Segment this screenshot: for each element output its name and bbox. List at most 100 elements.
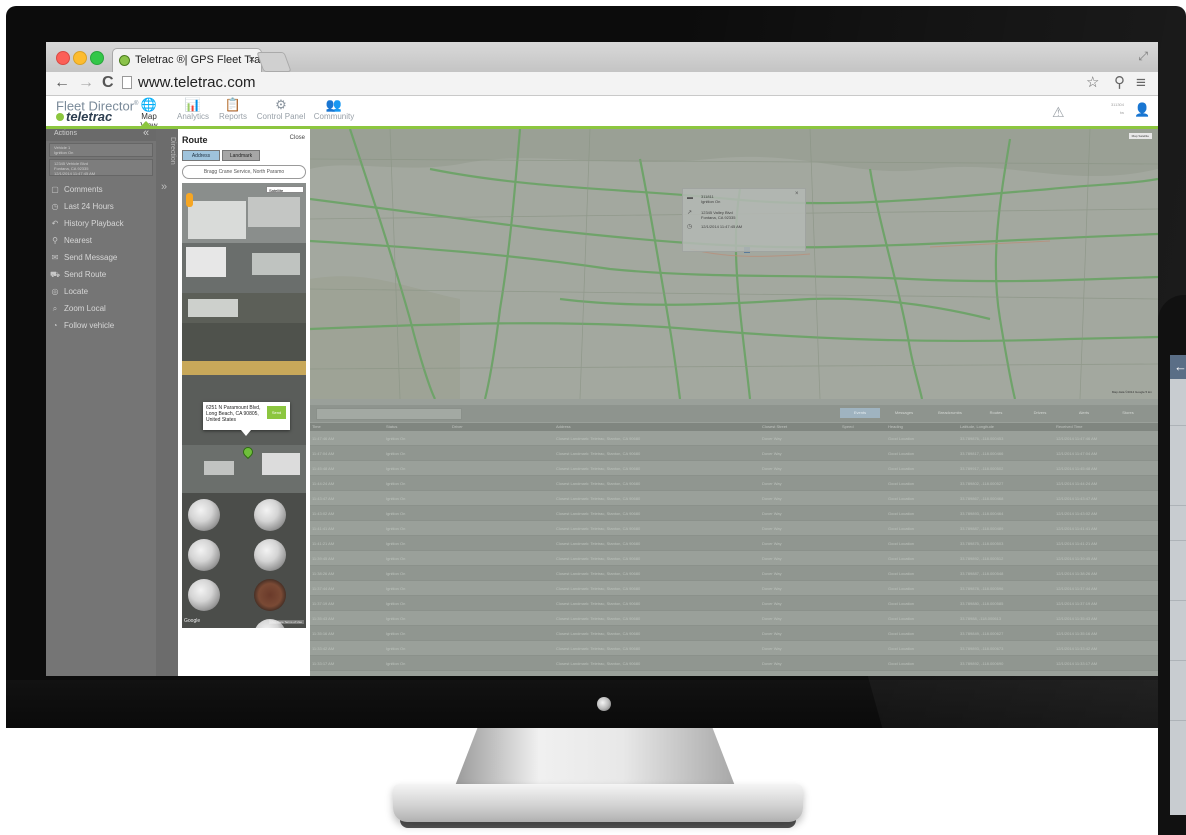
grid-column-header[interactable]: Received Time bbox=[1056, 423, 1082, 431]
table-row[interactable]: 11:39:45 AM Ignition On Closest Landmark: … bbox=[310, 551, 1158, 566]
table-cell: Good Location bbox=[888, 511, 915, 516]
table-row[interactable]: 11:43:02 AM Ignition On Closest Landmark: … bbox=[310, 506, 1158, 521]
table-cell: 33.789917, -118.000502 bbox=[960, 466, 1004, 471]
nav-reports[interactable]: 📋 Reports bbox=[216, 98, 250, 122]
forward-button[interactable]: → bbox=[78, 73, 94, 93]
sidebar-item-label: Send Route bbox=[64, 270, 107, 279]
location-icon[interactable]: ⚲ bbox=[1114, 73, 1125, 93]
table-cell: Dover Way bbox=[762, 661, 782, 666]
page-icon bbox=[122, 76, 132, 89]
table-row[interactable]: 11:35:43 AM Ignition On Closest Landmark: … bbox=[310, 611, 1158, 626]
grid-tab-drivers[interactable]: Drivers bbox=[1020, 408, 1060, 418]
table-row[interactable]: 11:37:44 AM Ignition On Closest Landmark: … bbox=[310, 581, 1158, 596]
table-row[interactable]: 11:38:26 AM Ignition On Closest Landmark: … bbox=[310, 566, 1158, 581]
browser-tab[interactable]: Teletrac ®| GPS Fleet Track × bbox=[112, 48, 262, 72]
table-row[interactable]: 11:33:42 AM Ignition On Closest Landmark: … bbox=[310, 641, 1158, 656]
table-cell: Ignition On bbox=[386, 631, 406, 636]
grid-tab-messages[interactable]: Messages bbox=[884, 408, 924, 418]
tab-close-icon[interactable]: × bbox=[249, 49, 255, 72]
fullscreen-icon[interactable]: ⤢ bbox=[1138, 49, 1148, 64]
close-window-button[interactable] bbox=[56, 51, 70, 65]
nav-community[interactable]: 👥 Community bbox=[312, 98, 356, 122]
sidebar-item-nearest[interactable]: ⚲ Nearest bbox=[46, 232, 156, 249]
tablet-divider bbox=[1170, 540, 1186, 541]
table-row[interactable]: 11:37:19 AM Ignition On Closest Landmark: … bbox=[310, 596, 1158, 611]
collapse-icon[interactable]: « bbox=[143, 127, 149, 139]
map-type-control[interactable]: Map Satellite bbox=[1128, 133, 1152, 139]
grid-tab-routes[interactable]: Routes bbox=[976, 408, 1016, 418]
directions-strip[interactable]: Direction » bbox=[156, 129, 178, 676]
grid-column-header[interactable]: Address bbox=[556, 423, 571, 431]
route-close-button[interactable]: Close bbox=[290, 135, 305, 141]
maximize-window-button[interactable] bbox=[90, 51, 104, 65]
table-cell: 11:47:04 AM bbox=[312, 451, 335, 456]
map-terms-link[interactable]: Map Data Terms of Use bbox=[268, 620, 304, 624]
back-button[interactable]: ← bbox=[54, 73, 70, 93]
expand-icon[interactable]: » bbox=[161, 181, 167, 193]
grid-column-header[interactable]: Latitude, Longitude bbox=[960, 423, 994, 431]
popup-send-button[interactable]: Send bbox=[267, 406, 286, 419]
reload-button[interactable]: C bbox=[102, 73, 114, 93]
grid-tab-alerts[interactable]: Alerts bbox=[1064, 408, 1104, 418]
tablet-back-icon[interactable]: ← bbox=[1170, 355, 1186, 379]
street-view-pegman-icon[interactable] bbox=[186, 193, 193, 207]
sidebar-item-last-24-hours[interactable]: ◷ Last 24 Hours bbox=[46, 198, 156, 215]
grid-header: Time Status Driver Address Closest Street Spe… bbox=[310, 423, 1158, 431]
grid-column-header[interactable]: Driver bbox=[452, 423, 463, 431]
table-cell: Ignition On bbox=[386, 661, 406, 666]
table-cell: 11:41:21 AM bbox=[312, 541, 335, 546]
grid-column-header[interactable]: Closest Street bbox=[762, 423, 787, 431]
sidebar-item-locate[interactable]: ◎ Locate bbox=[46, 283, 156, 300]
sidebar-item-history-playback[interactable]: ↶ History Playback bbox=[46, 215, 156, 232]
table-cell: Ignition On bbox=[386, 511, 406, 516]
grid-column-header[interactable]: Heading bbox=[888, 423, 903, 431]
monitor-base bbox=[393, 784, 803, 822]
grid-column-header[interactable]: Status bbox=[386, 423, 397, 431]
table-row[interactable]: 11:47:04 AM Ignition On Closest Landmark: … bbox=[310, 446, 1158, 461]
storage-tank bbox=[188, 539, 220, 571]
table-row[interactable]: 11:44:24 AM Ignition On Closest Landmark: … bbox=[310, 476, 1158, 491]
bookmark-star-icon[interactable]: ☆ bbox=[1086, 73, 1099, 93]
user-icon[interactable]: 👤 bbox=[1134, 102, 1150, 118]
teletrac-favicon-icon bbox=[119, 55, 130, 66]
map-type-select[interactable]: Satellite bbox=[266, 186, 304, 193]
table-row[interactable]: 11:41:21 AM Ignition On Closest Landmark: … bbox=[310, 536, 1158, 551]
browser-menu-icon[interactable]: ≡ bbox=[1136, 73, 1146, 93]
table-row[interactable]: 11:33:17 AM Ignition On Closest Landmark: … bbox=[310, 656, 1158, 671]
tab-address[interactable]: Address bbox=[182, 150, 220, 161]
sidebar-item-send-message[interactable]: ✉ Send Message bbox=[46, 249, 156, 266]
table-cell: Ignition On bbox=[386, 671, 405, 676]
table-row[interactable]: 11:43:47 AM Ignition On Closest Landmark: … bbox=[310, 491, 1158, 506]
route-search-input[interactable]: Bragg Crane Service, North Paramo bbox=[182, 165, 306, 179]
grid-tab-events[interactable]: Events bbox=[840, 408, 880, 418]
sidebar-item-zoom-local[interactable]: ⌕ Zoom Local bbox=[46, 300, 156, 317]
table-row[interactable]: 11:41:41 AM Ignition On Closest Landmark: … bbox=[310, 521, 1158, 536]
grid-column-header[interactable]: Speed bbox=[842, 423, 854, 431]
address-bar[interactable]: www.teletrac.com bbox=[138, 73, 256, 93]
sidebar-item-send-route[interactable]: ⛟ Send Route bbox=[46, 266, 156, 283]
table-row[interactable]: 11:31:47 AM Ignition On Closest Landmark: … bbox=[310, 671, 1158, 676]
alert-icon[interactable]: ⚠ bbox=[1052, 104, 1065, 121]
road-map[interactable] bbox=[310, 129, 1158, 399]
sidebar-item-comments[interactable]: ▢ Comments bbox=[46, 181, 156, 198]
table-row[interactable]: 11:45:48 AM Ignition On Closest Landmark: … bbox=[310, 461, 1158, 476]
minimize-window-button[interactable] bbox=[73, 51, 87, 65]
grid-tab-breadcrumbs[interactable]: Breadcrumbs bbox=[928, 408, 972, 418]
new-tab-button[interactable] bbox=[256, 52, 292, 72]
table-cell: Closest Landmark: Teletrac, Stanton, CA … bbox=[556, 661, 641, 666]
nav-control-panel[interactable]: ⚙ Control Panel bbox=[256, 98, 306, 122]
close-icon[interactable]: × bbox=[795, 191, 799, 197]
table-row[interactable]: 11:47:46 AM Ignition On Closest Landmark: … bbox=[310, 431, 1158, 446]
satellite-map[interactable]: Satellite 6251 N Paramount Blvd, Long Be… bbox=[182, 183, 306, 628]
sidebar-item-follow-vehicle[interactable]: ◔ Follow vehicle bbox=[46, 317, 156, 334]
tab-landmark[interactable]: Landmark bbox=[222, 150, 260, 161]
table-cell: 11:33:42 AM bbox=[312, 646, 335, 651]
grid-column-header[interactable]: Time bbox=[312, 423, 321, 431]
nav-analytics[interactable]: 📊 Analytics bbox=[176, 98, 210, 122]
account-info[interactable]: 311304 tw bbox=[1104, 101, 1124, 117]
table-cell: 12/1/2014 11:35:16 AM bbox=[1056, 631, 1098, 636]
table-row[interactable]: 11:35:16 AM Ignition On Closest Landmark: … bbox=[310, 626, 1158, 641]
grid-tab-stores[interactable]: Stores bbox=[1108, 408, 1148, 418]
grid-search-input[interactable] bbox=[316, 408, 462, 420]
vehicle-location: 12345 Vehicle Blvd Fontana, CA 92335 12/… bbox=[49, 159, 153, 176]
